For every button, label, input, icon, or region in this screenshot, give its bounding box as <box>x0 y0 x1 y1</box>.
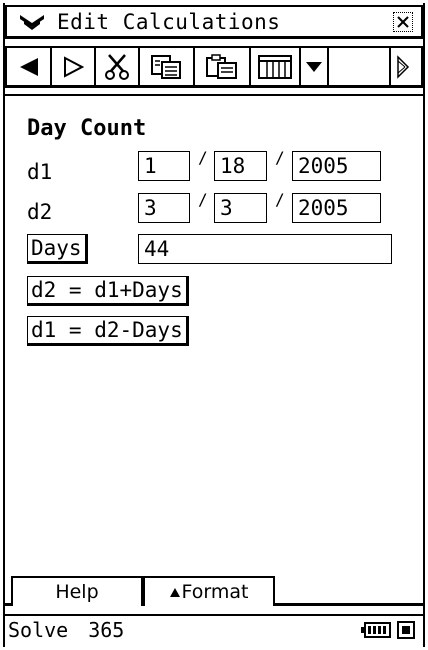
back-arrow-icon[interactable] <box>7 48 52 85</box>
d2-day-field[interactable]: 3 <box>214 193 267 223</box>
triangle-up-icon <box>169 588 180 597</box>
status-day-base: 365 <box>88 618 125 642</box>
play-arrow-icon[interactable] <box>52 48 96 85</box>
blank-button[interactable] <box>329 48 391 85</box>
date-separator: / <box>198 190 208 209</box>
d1-month-field[interactable]: 1 <box>138 151 190 181</box>
menu-bar: Edit Calculations <box>5 5 423 39</box>
days-field[interactable]: 44 <box>138 234 392 264</box>
tab-format-label: Format <box>181 581 249 603</box>
bottom-tabs: Help Format <box>5 576 423 606</box>
d2-from-d1-button[interactable]: d2 = d1+Days <box>27 276 189 306</box>
d2-label: d2 <box>27 200 53 224</box>
date-separator: / <box>275 190 285 209</box>
status-mode: Solve <box>8 618 69 642</box>
page-title: Day Count <box>27 116 147 141</box>
stop-icon[interactable] <box>397 621 415 639</box>
date-separator: / <box>198 148 208 167</box>
grid-icon[interactable] <box>251 48 301 85</box>
double-chevron-down-icon[interactable] <box>7 13 57 31</box>
d1-day-field[interactable]: 18 <box>214 151 267 181</box>
cut-icon[interactable] <box>96 48 140 85</box>
d2-year-field[interactable]: 2005 <box>292 193 381 223</box>
status-icons <box>361 621 415 639</box>
toolbar <box>5 46 423 88</box>
status-bar: Solve 365 <box>5 614 423 644</box>
d1-from-d2-button[interactable]: d1 = d2-Days <box>27 316 189 346</box>
menu-title[interactable]: Edit Calculations <box>57 10 280 34</box>
battery-icon <box>361 622 391 638</box>
tab-help[interactable]: Help <box>11 576 143 606</box>
d2-month-field[interactable]: 3 <box>138 193 190 223</box>
paste-icon[interactable] <box>195 48 251 85</box>
tab-format[interactable]: Format <box>143 576 275 606</box>
dropdown-arrow-icon[interactable] <box>301 48 329 85</box>
scroll-right-icon[interactable] <box>391 48 415 85</box>
close-icon[interactable] <box>393 12 413 32</box>
copy-icon[interactable] <box>140 48 195 85</box>
d1-year-field[interactable]: 2005 <box>292 151 381 181</box>
days-button[interactable]: Days <box>27 234 88 264</box>
date-separator: / <box>275 148 285 167</box>
d1-label: d1 <box>27 160 53 184</box>
day-count-panel: Day Count d1 1 / 18 / 2005 d2 3 / 3 / 20… <box>5 94 423 578</box>
